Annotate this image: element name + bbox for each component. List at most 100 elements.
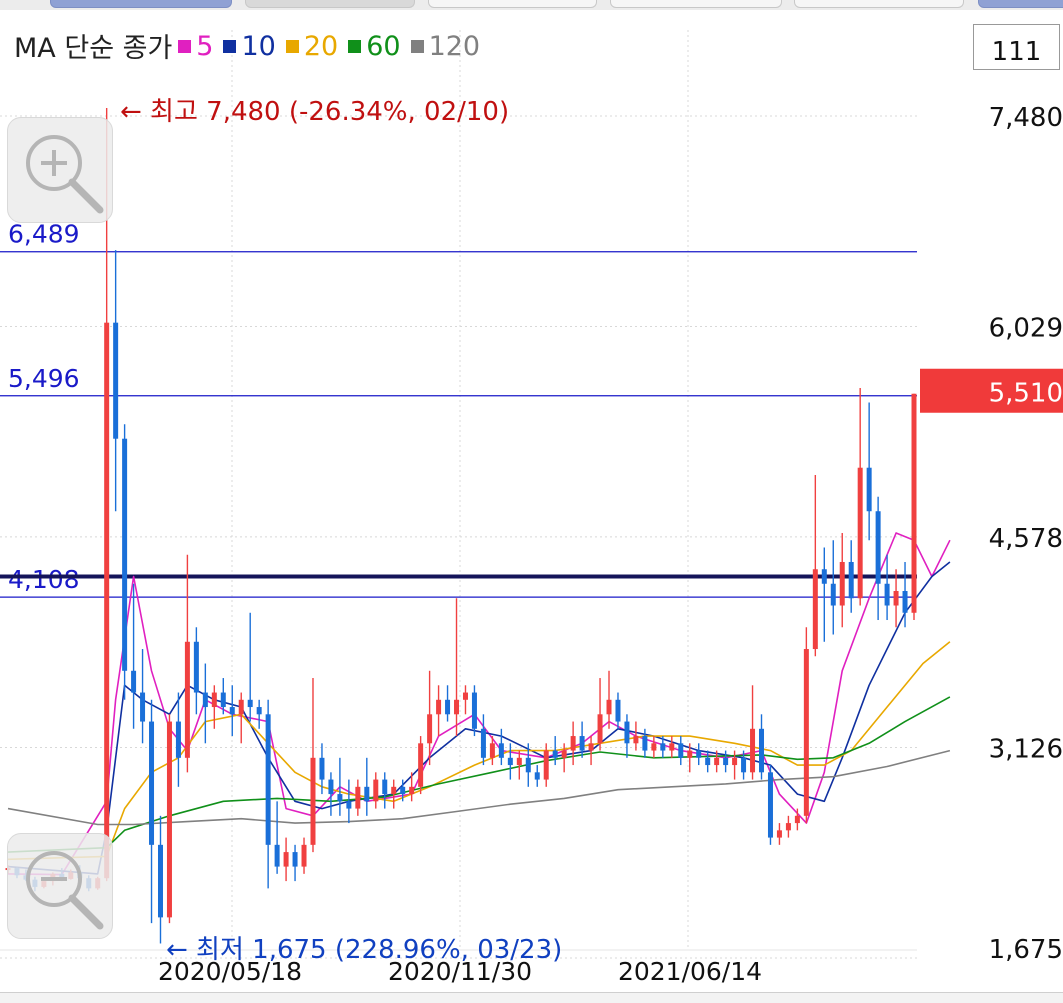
candle-down xyxy=(705,750,711,773)
candle-up xyxy=(750,685,756,780)
candle-down xyxy=(615,692,621,729)
y-axis-tick-label: 4,578 xyxy=(989,524,1063,554)
candle-up xyxy=(418,736,424,795)
legend-item-ma20: 20 xyxy=(285,31,338,62)
x-axis-tick-label: 2021/06/14 xyxy=(618,957,762,986)
candle-body xyxy=(104,322,110,879)
candle-body xyxy=(292,852,298,867)
candle-body xyxy=(525,757,531,773)
candle-up xyxy=(633,721,639,751)
horizontal-price-lines: 6,489 5,496 4,108 xyxy=(0,220,917,598)
grid-lines xyxy=(0,30,917,959)
candle-down xyxy=(292,844,298,882)
candle-down xyxy=(678,736,684,766)
candle-down xyxy=(723,750,729,773)
candle-body xyxy=(346,801,352,809)
candle-down xyxy=(471,685,477,737)
candle-body xyxy=(175,721,181,758)
candle-body xyxy=(902,591,908,613)
candle-up xyxy=(516,750,522,780)
candle-down xyxy=(346,779,352,824)
current-price-label: 5,510 xyxy=(989,379,1063,409)
legend-item-ma5: 5 xyxy=(178,31,213,62)
candle-body xyxy=(391,786,397,795)
legend-label: 10 xyxy=(241,31,276,62)
candle-body xyxy=(355,786,361,809)
legend-swatch xyxy=(178,40,192,53)
candle-up xyxy=(184,554,190,773)
candle-body xyxy=(489,743,495,758)
candle-body xyxy=(427,714,433,744)
candlestick-chart[interactable]: 6,489 5,496 4,108 7,480 6,029 4,578 3,126 1,67… xyxy=(0,0,1063,1002)
y-axis-tick-label: 7,480 xyxy=(989,103,1063,133)
candle-up xyxy=(436,685,442,737)
candle-body xyxy=(301,844,307,867)
candle-body xyxy=(875,511,881,584)
candle-body xyxy=(588,743,594,751)
candle-body xyxy=(803,649,809,816)
candle-body xyxy=(615,699,621,722)
candle-body xyxy=(866,467,872,512)
candle-down xyxy=(175,692,181,787)
candle-body xyxy=(480,728,486,758)
candle-body xyxy=(149,721,155,845)
candle-down xyxy=(265,699,271,889)
candle-body xyxy=(597,714,603,744)
zoom-out-button[interactable] xyxy=(7,833,113,939)
candle-body xyxy=(373,779,379,802)
candle-up xyxy=(238,692,244,744)
candle-down xyxy=(364,757,370,816)
candle-down xyxy=(193,627,199,715)
legend-label: 60 xyxy=(366,31,401,62)
candle-body xyxy=(785,823,791,831)
candle-body xyxy=(193,641,199,693)
candle-up xyxy=(211,685,217,729)
candle-body xyxy=(400,786,406,795)
candle-down xyxy=(498,728,504,766)
visible-candle-count[interactable]: 111 xyxy=(973,24,1060,70)
zoom-in-button[interactable] xyxy=(7,117,113,223)
candle-up xyxy=(454,598,460,737)
zoom-out-icon xyxy=(26,851,104,930)
candle-up xyxy=(166,714,172,924)
legend-item-ma10: 10 xyxy=(223,31,276,62)
candle-up xyxy=(651,736,657,758)
candle-body xyxy=(857,467,863,599)
candle-down xyxy=(848,540,854,613)
candle-body xyxy=(364,786,370,802)
y-axis-tick-label: 6,029 xyxy=(989,313,1063,343)
candle-body xyxy=(741,757,747,773)
legend-label: 120 xyxy=(428,31,481,62)
ma-legend: MA 단순 종가 5 10 20 60 120 xyxy=(14,26,490,65)
candle-body xyxy=(812,569,818,650)
candle-body xyxy=(776,830,782,838)
candle-down xyxy=(534,765,540,787)
candle-body xyxy=(839,561,845,606)
zoom-in-icon xyxy=(26,135,104,214)
candle-body xyxy=(794,815,800,824)
legend-swatch xyxy=(223,40,237,53)
candle-up xyxy=(462,685,468,715)
candle-body xyxy=(561,750,567,758)
candle-body xyxy=(759,728,765,773)
candle-down xyxy=(229,685,235,737)
candle-up xyxy=(310,678,316,853)
candle-body xyxy=(274,844,280,867)
y-axis-tick-label: 3,126 xyxy=(989,735,1063,765)
candle-body xyxy=(211,692,217,708)
candle-body xyxy=(570,736,576,751)
candle-body xyxy=(462,692,468,700)
candle-body xyxy=(723,757,729,766)
candle-up xyxy=(588,736,594,766)
candle-down xyxy=(122,424,128,700)
candle-body xyxy=(498,743,504,758)
candle-down xyxy=(337,757,343,816)
candle-body xyxy=(471,692,477,729)
candle-body xyxy=(911,393,917,613)
candle-down xyxy=(140,649,146,744)
candle-down xyxy=(202,663,208,744)
candle-up xyxy=(669,736,675,758)
candle-body xyxy=(319,757,325,780)
candle-down xyxy=(759,714,765,780)
y-axis-tick-label: 1,675 xyxy=(989,935,1063,965)
